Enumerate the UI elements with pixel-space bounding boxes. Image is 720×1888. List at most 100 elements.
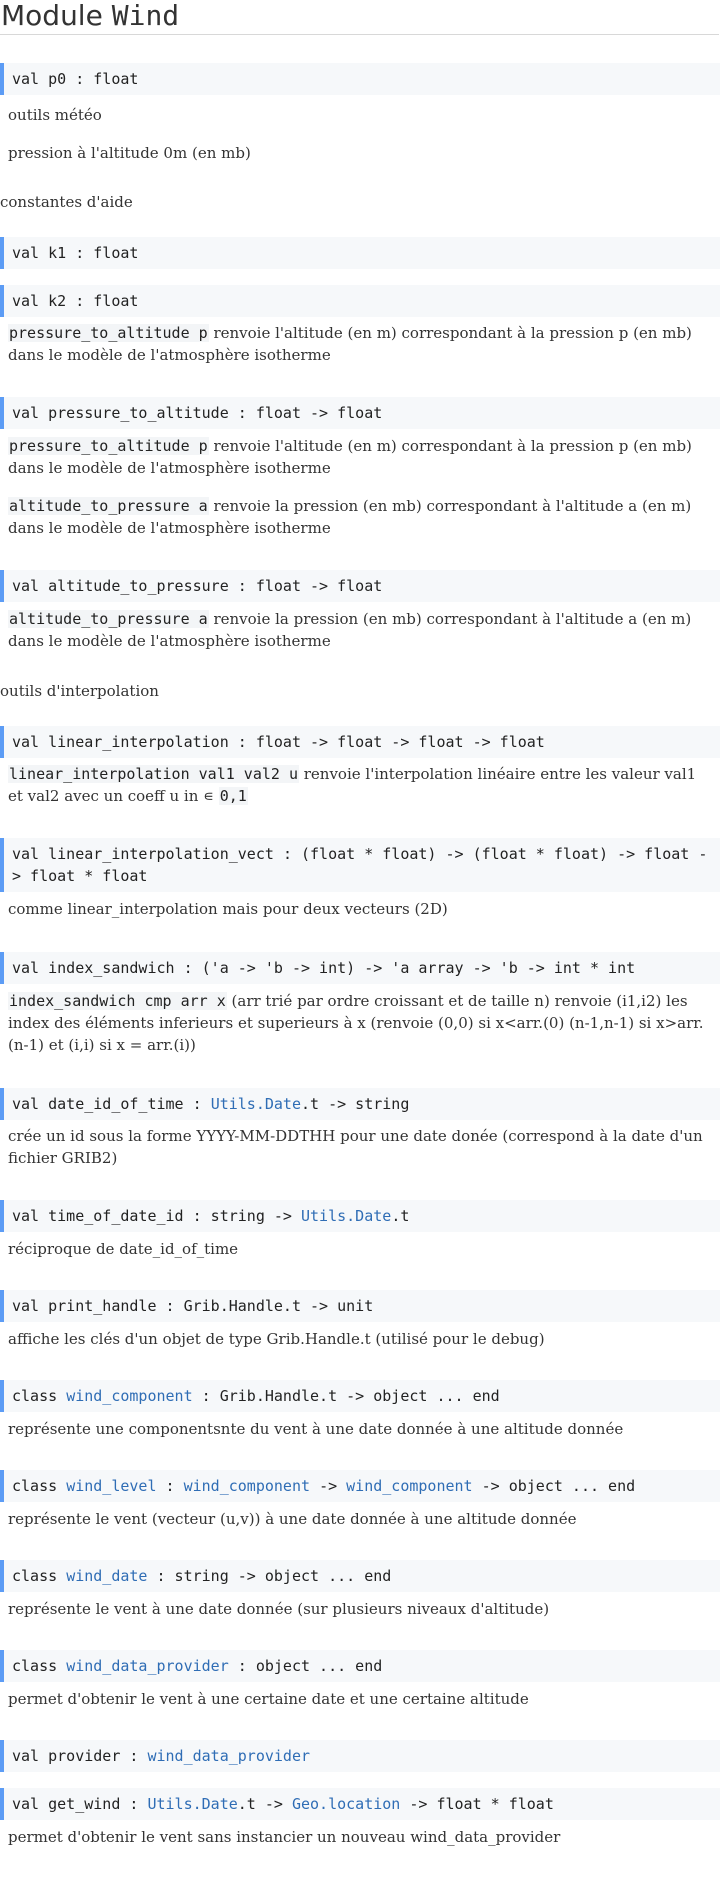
inline-code: pressure_to_altitude p: [8, 324, 209, 342]
link-utils-date[interactable]: Utils.Date: [301, 1207, 391, 1225]
doc-wind-level: représente le vent (vecteur (u,v)) à une…: [8, 1510, 577, 1528]
spec-wind-date[interactable]: class wind_date : string -> object ... e…: [0, 1560, 720, 1592]
spec-linear-interpolation-vect[interactable]: val linear_interpolation_vect : (float *…: [0, 838, 720, 892]
link-utils-date[interactable]: Utils.Date: [147, 1795, 237, 1813]
doc-time-of-date-id: réciproque de date_id_of_time: [8, 1240, 239, 1258]
spec-name: pressure_to_altitude: [48, 404, 229, 422]
spec-type: : float: [75, 292, 139, 310]
keyword-val: val: [12, 70, 40, 88]
link-wind-component[interactable]: wind_component: [66, 1387, 192, 1405]
doc-index-sandwich: index_sandwich cmp arr x (arr trié par o…: [0, 990, 720, 1056]
spec-p0[interactable]: val p0 : float: [0, 63, 720, 95]
section-constantes-aide: constantes d'aide: [0, 193, 133, 211]
doc-linear-interpolation-vect: comme linear_interpolation mais pour deu…: [8, 900, 448, 918]
spec-provider[interactable]: val provider : wind_data_provider: [0, 1740, 720, 1772]
spec-altitude-to-pressure[interactable]: val altitude_to_pressure : float -> floa…: [0, 570, 720, 602]
doc-wind-date: représente le vent à une date donnée (su…: [8, 1600, 550, 1618]
keyword-val: val: [12, 1297, 40, 1315]
spec-name: altitude_to_pressure: [48, 577, 229, 595]
spec-get-wind[interactable]: val get_wind : Utils.Date.t -> Geo.locat…: [0, 1788, 720, 1820]
spec-name: print_handle: [48, 1297, 157, 1315]
doc-k2: pressure_to_altitude p renvoie l'altitud…: [0, 322, 720, 366]
spec-linear-interpolation[interactable]: val linear_interpolation : float -> floa…: [0, 726, 720, 758]
link-wind-data-provider[interactable]: wind_data_provider: [66, 1657, 229, 1675]
spec-type: : float -> float: [237, 404, 383, 422]
doc-pta-1: pressure_to_altitude p renvoie l'altitud…: [0, 435, 720, 479]
keyword-class: class: [12, 1477, 58, 1495]
spec-print-handle[interactable]: val print_handle : Grib.Handle.t -> unit: [0, 1290, 720, 1322]
spec-colon: :: [129, 1747, 139, 1765]
spec-type: : float -> float -> float -> float: [237, 733, 545, 751]
keyword-val: val: [12, 577, 40, 595]
keyword-val: val: [12, 292, 40, 310]
spec-wind-data-provider[interactable]: class wind_data_provider : object ... en…: [0, 1650, 720, 1682]
keyword-val: val: [12, 404, 40, 422]
doc-get-wind: permet d'obtenir le vent sans instancier…: [8, 1828, 561, 1846]
keyword-val: val: [12, 1747, 40, 1765]
link-wind-data-provider[interactable]: wind_data_provider: [147, 1747, 310, 1765]
spec-name: linear_interpolation: [48, 733, 229, 751]
spec-type: : float -> float: [237, 577, 383, 595]
spec-arrow: ->: [481, 1477, 500, 1495]
spec-colon: :: [129, 1795, 139, 1813]
spec-date-id-of-time[interactable]: val date_id_of_time : Utils.Date.t -> st…: [0, 1088, 720, 1120]
inline-code: 0,1: [218, 787, 248, 805]
spec-colon: :: [237, 1657, 247, 1675]
link-wind-date[interactable]: wind_date: [66, 1567, 147, 1585]
link-geo-location[interactable]: Geo.location: [292, 1795, 400, 1813]
spec-name: date_id_of_time: [48, 1095, 184, 1113]
keyword-val: val: [12, 959, 40, 977]
spec-name: time_of_date_id: [48, 1207, 184, 1225]
spec-type: : Grib.Handle.t ->: [201, 1387, 365, 1405]
spec-object: object ... end: [255, 1657, 383, 1675]
spec-name: index_sandwich: [48, 959, 175, 977]
spec-type: : ('a -> 'b -> int) -> 'a array -> 'b ->…: [183, 959, 636, 977]
link-wind-component[interactable]: wind_component: [346, 1477, 472, 1495]
inline-code: altitude_to_pressure a: [8, 610, 209, 628]
spec-type: -> float * float: [409, 1795, 554, 1813]
spec-name: get_wind: [48, 1795, 121, 1813]
section-outils-interpolation: outils d'interpolation: [0, 682, 159, 700]
keyword-class: class: [12, 1657, 58, 1675]
doc-atp: altitude_to_pressure a renvoie la pressi…: [0, 608, 720, 652]
link-wind-level[interactable]: wind_level: [66, 1477, 156, 1495]
inline-code: pressure_to_altitude p: [8, 437, 209, 455]
keyword-val: val: [12, 1095, 40, 1113]
spec-name: provider: [48, 1747, 121, 1765]
inline-code: altitude_to_pressure a: [8, 497, 209, 515]
spec-type: .t ->: [237, 1795, 283, 1813]
inline-code: index_sandwich cmp arr x: [8, 992, 227, 1010]
spec-index-sandwich[interactable]: val index_sandwich : ('a -> 'b -> int) -…: [0, 952, 720, 984]
keyword-val: val: [12, 1795, 40, 1813]
link-utils-date[interactable]: Utils.Date: [211, 1095, 301, 1113]
spec-k2[interactable]: val k2 : float: [0, 285, 720, 317]
page-title: Module Wind: [0, 0, 719, 35]
spec-object: object ... end: [508, 1477, 636, 1495]
spec-name: p0: [48, 70, 67, 88]
keyword-val: val: [12, 845, 40, 863]
doc-linear-interpolation: linear_interpolation val1 val2 u renvoie…: [0, 763, 720, 807]
keyword-class: class: [12, 1567, 58, 1585]
spec-name: linear_interpolation_vect: [48, 845, 274, 863]
spec-type: : float: [75, 70, 139, 88]
spec-arrow: ->: [319, 1477, 338, 1495]
spec-k1[interactable]: val k1 : float: [0, 237, 720, 269]
spec-type: : string ->: [156, 1567, 256, 1585]
keyword-class: class: [12, 1387, 58, 1405]
spec-name: k1: [48, 244, 67, 262]
spec-pressure-to-altitude[interactable]: val pressure_to_altitude : float -> floa…: [0, 397, 720, 429]
keyword-val: val: [12, 1207, 40, 1225]
spec-object: object ... end: [264, 1567, 392, 1585]
spec-type: : float: [75, 244, 139, 262]
link-wind-component[interactable]: wind_component: [184, 1477, 310, 1495]
spec-wind-level[interactable]: class wind_level : wind_component -> win…: [0, 1470, 720, 1502]
spec-wind-component[interactable]: class wind_component : Grib.Handle.t -> …: [0, 1380, 720, 1412]
spec-time-of-date-id[interactable]: val time_of_date_id : string -> Utils.Da…: [0, 1200, 720, 1232]
doc-p0-1: outils météo: [8, 106, 102, 124]
doc-wind-component: représente une componentsnte du vent à u…: [8, 1420, 624, 1438]
keyword-val: val: [12, 733, 40, 751]
doc-wind-data-provider: permet d'obtenir le vent à une certaine …: [8, 1690, 529, 1708]
keyword-val: val: [12, 244, 40, 262]
module-name: Wind: [111, 0, 180, 32]
spec-colon: :: [192, 1095, 202, 1113]
